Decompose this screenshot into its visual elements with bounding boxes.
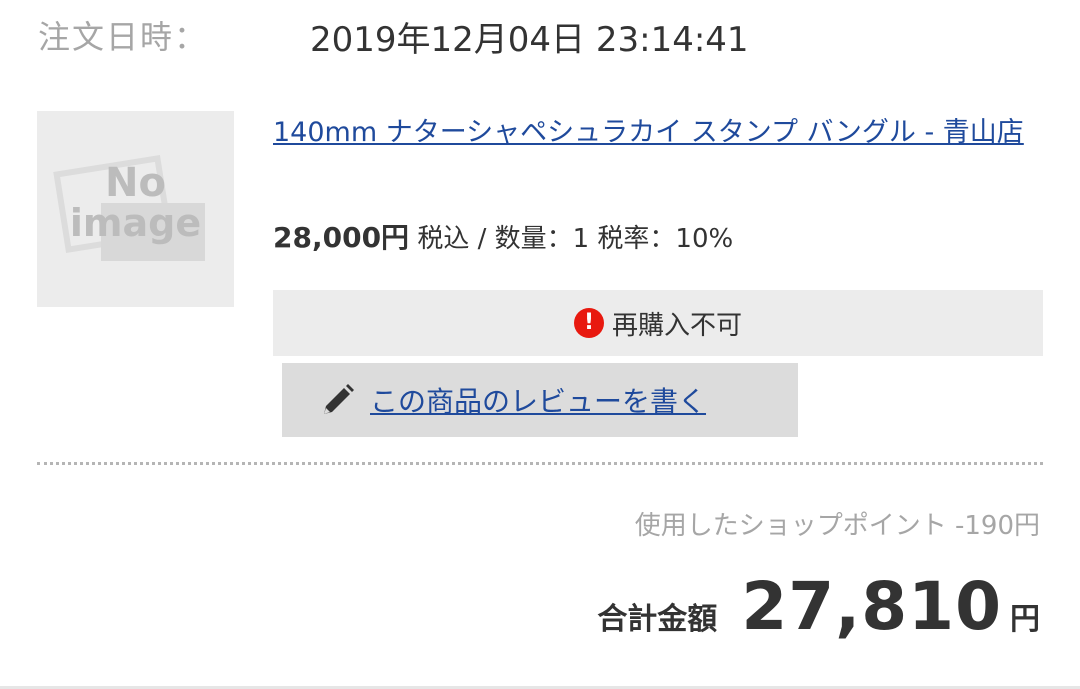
price-line: 28,000円 税込 / 数量：1 税率：10% — [273, 216, 733, 256]
shop-points-used: 使用したショップポイント -190円 — [634, 511, 1040, 541]
pencil-icon — [324, 384, 354, 414]
total-unit: 円 — [1010, 602, 1040, 637]
order-datetime-value: 2019年12月04日 23:14:41 — [310, 20, 749, 60]
product-title-link[interactable]: 140mm ナターシャペシュラカイ スタンプ バングル - 青山店 — [273, 110, 1043, 156]
alert-icon: ! — [573, 308, 604, 338]
no-image-line1: No — [105, 160, 166, 206]
product-image-placeholder[interactable]: No image — [37, 111, 234, 307]
order-datetime-label: 注文日時： — [38, 18, 209, 56]
product-price: 28,000円 — [273, 221, 410, 254]
order-total: 合計金額 27,810 円 — [597, 568, 1040, 645]
total-amount: 27,810 — [741, 568, 1002, 645]
no-image-line2: image — [69, 201, 202, 245]
dotted-divider — [37, 462, 1043, 465]
total-label: 合計金額 — [597, 602, 718, 637]
no-image-text: No image — [37, 163, 234, 243]
write-review-label[interactable]: この商品のレビューを書く — [370, 380, 706, 420]
repurchase-notice: ! 再購入不可 — [273, 290, 1043, 356]
notice-text: 再購入不可 — [611, 310, 742, 341]
write-review-button[interactable]: この商品のレビューを書く — [282, 363, 798, 437]
price-details: 税込 / 数量：1 税率：10% — [409, 224, 734, 254]
